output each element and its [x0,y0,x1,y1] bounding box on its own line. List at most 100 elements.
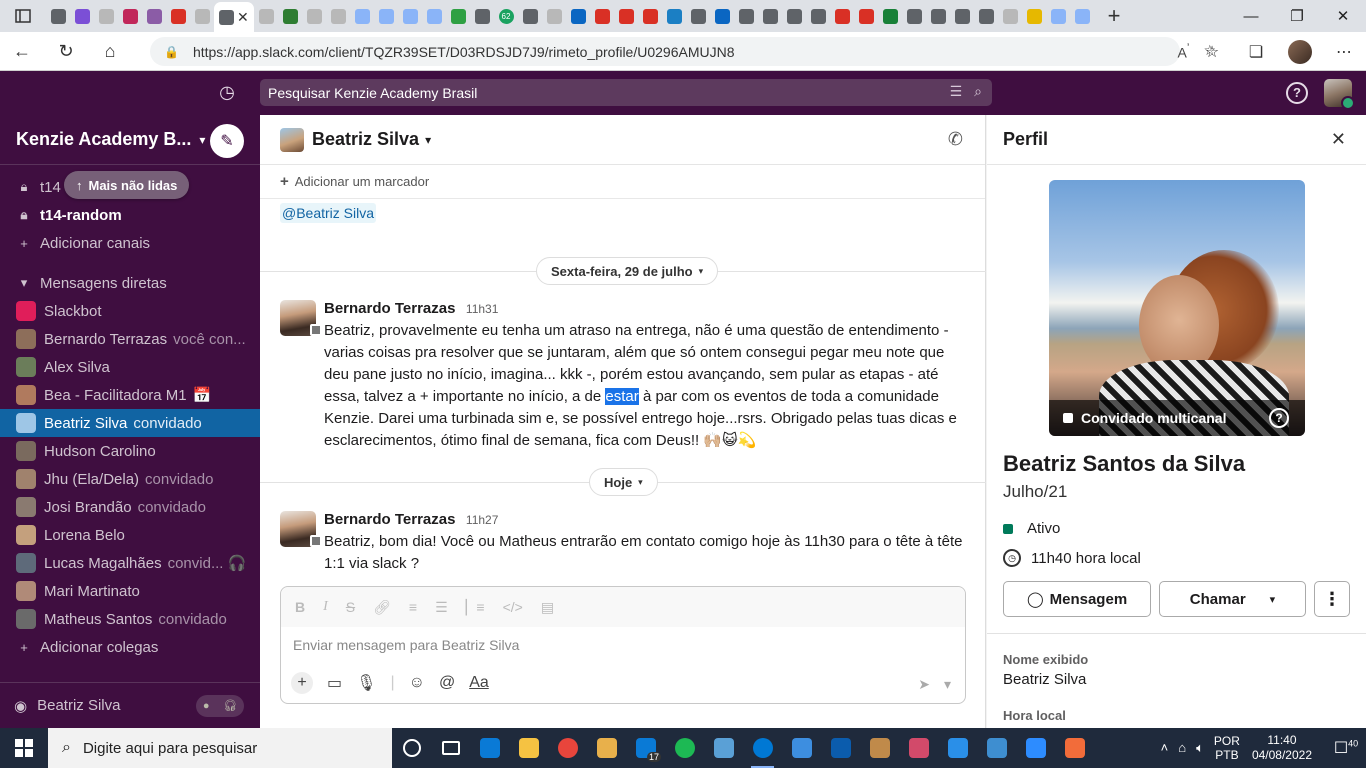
sidebar-dm-item[interactable]: Hudson Carolino [0,437,260,465]
browser-tab[interactable] [806,0,830,32]
taskbar-app[interactable] [548,728,587,768]
message-time[interactable]: 11h31 [466,302,498,316]
taskbar-app[interactable] [587,728,626,768]
browser-tab[interactable] [374,0,398,32]
bullet-list-icon[interactable]: ☰ [435,599,448,616]
video-icon[interactable]: ▭ [327,673,342,693]
browser-tab[interactable] [166,0,190,32]
add-channels-button[interactable]: + Adicionar canais [0,229,260,257]
huddle-toggle[interactable]: ● 🎧︎ [196,694,244,717]
taskbar-app[interactable] [392,728,431,768]
browser-tab[interactable] [902,0,926,32]
sidebar-dm-item[interactable]: Mari Martinato [0,577,260,605]
volume-icon[interactable]: 🔈︎ [1196,740,1204,756]
sidebar-dm-item[interactable]: Slackbot [0,297,260,325]
message-input[interactable]: Enviar mensagem para Beatriz Silva [281,627,965,663]
phone-icon[interactable]: ✆ [948,129,963,150]
browser-tab[interactable] [614,0,638,32]
browser-tab[interactable] [758,0,782,32]
browser-tab[interactable] [974,0,998,32]
sidebar-dm-item[interactable]: Jhu (Ela/Dela) convidado [0,465,260,493]
taskbar-app[interactable]: 17 [626,728,665,768]
language-indicator[interactable]: POR PTB [1214,734,1240,762]
browser-tab[interactable] [302,0,326,32]
call-button[interactable]: Chamar ▾ [1159,581,1306,617]
browser-tab[interactable] [46,0,70,32]
browser-tab[interactable] [518,0,542,32]
text-format-icon[interactable]: Aa [469,674,489,692]
browser-tab[interactable] [94,0,118,32]
sidebar-dm-item[interactable]: Beatriz Silva convidado [0,409,260,437]
profile-photo[interactable]: Convidado multicanal ? [1049,180,1305,436]
mention-icon[interactable]: @ [439,674,455,692]
close-window-icon[interactable]: ✕ [1320,0,1366,32]
browser-tab[interactable] [350,0,374,32]
link-icon[interactable]: 🔗︎ [373,599,391,616]
browser-tab[interactable] [590,0,614,32]
windows-start-icon[interactable] [0,728,48,768]
message-time[interactable]: 11h27 [466,513,498,527]
browser-tab[interactable] [566,0,590,32]
taskbar-app[interactable] [665,728,704,768]
taskbar-app[interactable] [938,728,977,768]
emoji-icon[interactable]: ☺ [409,674,425,692]
code-icon[interactable]: </> [503,599,523,615]
browser-tab[interactable] [254,0,278,32]
code-block-icon[interactable]: ▤ [541,599,554,616]
taskbar-app[interactable] [509,728,548,768]
taskbar-app[interactable] [470,728,509,768]
browser-tab[interactable] [422,0,446,32]
chevron-down-icon[interactable]: ▾ [425,133,431,147]
taskbar-app[interactable] [782,728,821,768]
back-icon[interactable]: ← [0,32,44,71]
chevron-up-icon[interactable]: ˄ [1161,740,1169,756]
maximize-icon[interactable]: ❐ [1274,0,1320,32]
taskbar-app[interactable] [1016,728,1055,768]
attach-plus-icon[interactable]: + [291,672,313,694]
dm-section-header[interactable]: ▾ Mensagens diretas [0,269,260,297]
taskbar-app[interactable] [899,728,938,768]
date-divider-button[interactable]: Sexta-feira, 29 de julho ▾ [536,257,719,285]
compose-button[interactable]: ✎ [210,124,244,158]
ordered-list-icon[interactable]: ≡ [409,599,417,615]
taskbar-search[interactable]: ⌕ Digite aqui para pesquisar [48,728,392,768]
channel-title[interactable]: Beatriz Silva [312,129,419,150]
taskbar-app[interactable] [431,728,470,768]
close-tab-icon[interactable]: ✕ [237,9,249,26]
browser-tab[interactable] [118,0,142,32]
taskbar-clock[interactable]: 11:40 04/08/2022 [1252,733,1312,763]
add-bookmark-button[interactable]: + Adicionar um marcador [260,165,985,199]
sidebar-dm-item[interactable]: Josi Brandão convidado [0,493,260,521]
user-mention[interactable]: @Beatriz Silva [280,203,377,223]
sidebar-dm-item[interactable]: Bernardo Terrazas você con... [0,325,260,353]
browser-tab[interactable] [1022,0,1046,32]
browser-tab[interactable] [926,0,950,32]
browser-tab[interactable] [686,0,710,32]
browser-tab[interactable] [662,0,686,32]
home-icon[interactable]: ⌂ [88,32,132,71]
reload-icon[interactable]: ↻ [44,32,88,71]
address-bar[interactable]: 🔒 https://app.slack.com/client/TQZR39SET… [150,37,1180,66]
taskbar-app[interactable] [704,728,743,768]
chevron-down-icon[interactable]: ▾ [1270,593,1276,606]
browser-tab[interactable] [878,0,902,32]
browser-tab[interactable] [278,0,302,32]
taskbar-app[interactable] [977,728,1016,768]
browser-tab[interactable] [734,0,758,32]
browser-tab[interactable] [190,0,214,32]
browser-tab[interactable] [542,0,566,32]
help-icon[interactable]: ? [1269,408,1289,428]
more-icon[interactable]: ⋯ [1322,32,1366,71]
strikethrough-icon[interactable]: S [346,599,355,615]
profile-icon[interactable] [1278,32,1322,71]
browser-tab[interactable]: 62 [494,0,518,32]
more-actions-button[interactable]: ⋮ [1314,581,1350,617]
message-author[interactable]: Bernardo Terrazas [324,300,455,317]
minimize-icon[interactable]: — [1228,0,1274,32]
browser-tab[interactable] [326,0,350,32]
sidebar-dm-item[interactable]: Alex Silva [0,353,260,381]
active-tab[interactable]: ✕ [214,2,254,32]
send-icon[interactable]: ➤ [918,676,930,693]
sidebar-dm-item[interactable]: Bea - Facilitadora M1 📅 [0,381,260,409]
browser-tab[interactable] [830,0,854,32]
